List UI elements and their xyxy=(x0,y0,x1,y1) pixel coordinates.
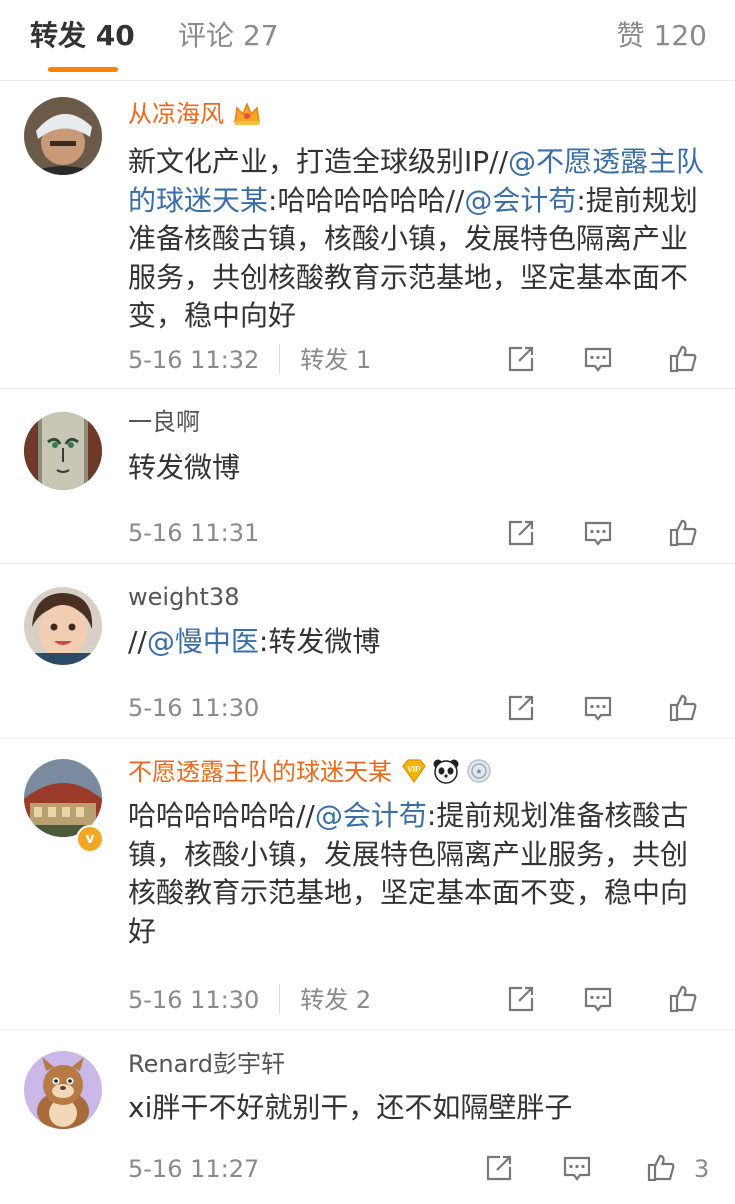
active-tab-indicator xyxy=(48,67,118,72)
repost-count[interactable]: 转发 2 xyxy=(300,986,371,1014)
like-count: 3 xyxy=(694,1155,710,1183)
text-segment: 新文化产业，打造全球级别IP// xyxy=(128,145,509,178)
crown-icon xyxy=(232,100,262,133)
post-text: xi胖干不好就别干，还不如隔壁胖子 xyxy=(128,1089,713,1128)
comment-icon[interactable] xyxy=(561,1152,593,1184)
svg-text:★: ★ xyxy=(475,767,482,776)
avatar[interactable] xyxy=(24,412,102,490)
avatar[interactable] xyxy=(24,97,102,175)
list-item: Renard彭宇轩 xi胖干不好就别干，还不如隔壁胖子 5-16 11:27 3 xyxy=(0,1030,735,1204)
comment-icon[interactable] xyxy=(582,983,614,1015)
list-item: v 不愿透露主队的球迷天某 VIP ★ 哈哈哈哈哈哈//@会计苟:提前规划准备核酸古… xyxy=(0,739,735,1030)
avatar[interactable] xyxy=(24,587,102,665)
tab-comment[interactable]: 评论 27 xyxy=(178,16,279,56)
verified-icon: v xyxy=(76,825,104,853)
timestamp: 5-16 11:27 xyxy=(128,1155,260,1183)
timestamp: 5-16 11:30 xyxy=(128,986,260,1014)
text-segment: :哈哈哈哈哈哈// xyxy=(268,183,465,217)
list-item: weight38 //@慢中医:转发微博 5-16 11:30 xyxy=(0,564,735,739)
username[interactable]: 一良啊 xyxy=(128,407,200,437)
divider xyxy=(279,984,281,1014)
panda-icon xyxy=(432,758,460,791)
repost-icon[interactable] xyxy=(505,517,537,549)
vip-diamond-icon: VIP xyxy=(400,758,428,791)
mention-link[interactable]: @慢中医 xyxy=(147,625,259,658)
medal-icon: ★ xyxy=(466,758,492,791)
post-text: //@慢中医:转发微博 xyxy=(128,623,713,662)
like-icon[interactable] xyxy=(645,1152,677,1184)
svg-text:VIP: VIP xyxy=(408,765,422,774)
repost-icon[interactable] xyxy=(505,983,537,1015)
comment-icon[interactable] xyxy=(582,692,614,724)
divider xyxy=(279,344,281,374)
timestamp: 5-16 11:31 xyxy=(128,519,260,547)
text-segment: 转发微博 xyxy=(128,451,241,484)
like-icon[interactable] xyxy=(667,983,699,1015)
repost-count[interactable]: 转发 1 xyxy=(300,346,371,374)
post-text: 哈哈哈哈哈哈//@会计苟:提前规划准备核酸古镇，核酸小镇，发展特色隔离产业服务，… xyxy=(128,797,713,951)
text-segment: :转发微博 xyxy=(258,625,381,658)
tab-like[interactable]: 赞 120 xyxy=(617,16,707,56)
username[interactable]: Renard彭宇轩 xyxy=(128,1049,285,1079)
text-segment: xi胖干不好就别干，还不如隔壁胖子 xyxy=(128,1091,573,1124)
comment-icon[interactable] xyxy=(582,343,614,375)
like-icon[interactable] xyxy=(667,343,699,375)
list-item: 一良啊 转发微博 5-16 11:31 xyxy=(0,389,735,564)
post-text: 转发微博 xyxy=(128,449,713,488)
like-icon[interactable] xyxy=(667,517,699,549)
text-segment: 哈哈哈哈哈哈// xyxy=(128,799,315,832)
avatar[interactable] xyxy=(24,1051,102,1129)
username[interactable]: 不愿透露主队的球迷天某 xyxy=(128,758,392,786)
repost-icon[interactable] xyxy=(505,343,537,375)
text-segment: // xyxy=(128,625,147,658)
like-icon[interactable] xyxy=(667,692,699,724)
timestamp: 5-16 11:30 xyxy=(128,694,260,722)
tab-repost[interactable]: 转发 40 xyxy=(30,16,135,56)
repost-icon[interactable] xyxy=(505,692,537,724)
post-text: 新文化产业，打造全球级别IP//@不愿透露主队的球迷天某:哈哈哈哈哈哈//@会计… xyxy=(128,143,713,336)
tab-bar: 转发 40 评论 27 赞 120 xyxy=(0,0,735,81)
timestamp: 5-16 11:32 xyxy=(128,346,260,374)
mention-link[interactable]: @会计苟 xyxy=(464,184,576,217)
username[interactable]: weight38 xyxy=(128,582,239,612)
mention-link[interactable]: @会计苟 xyxy=(315,799,427,832)
repost-icon[interactable] xyxy=(483,1152,515,1184)
comment-icon[interactable] xyxy=(582,517,614,549)
list-item: 从凉海风 新文化产业，打造全球级别IP//@不愿透露主队的球迷天某:哈哈哈哈哈哈… xyxy=(0,81,735,389)
username[interactable]: 从凉海风 xyxy=(128,100,224,128)
